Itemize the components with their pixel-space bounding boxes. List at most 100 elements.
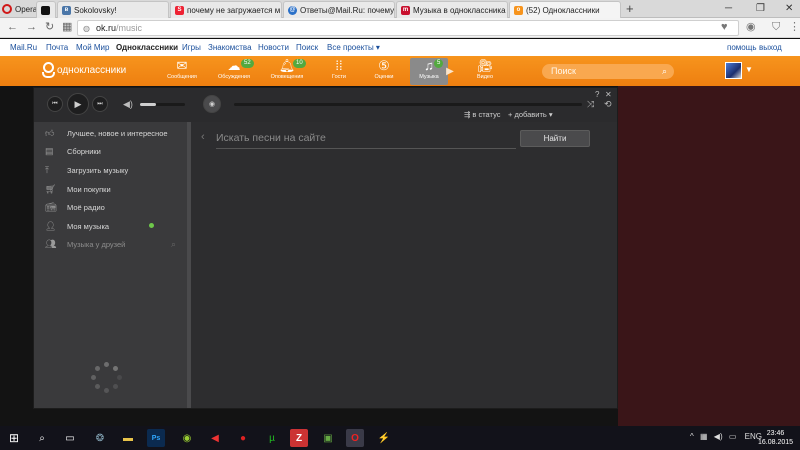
collections-icon: ▤ (45, 145, 54, 156)
z-app-icon[interactable]: Z (290, 429, 308, 447)
chevron-down-icon[interactable]: ▼ (745, 65, 753, 74)
to-status-link[interactable]: ⇶ в статус (464, 110, 501, 119)
magnifier-icon[interactable]: ⌕ (662, 64, 667, 79)
red-app-icon[interactable]: ◀ (206, 429, 224, 447)
sidebar-item-label: Лучшее, новое и интересное (67, 128, 168, 138)
search-link[interactable]: Поиск (296, 43, 318, 52)
shuffle-icon[interactable]: ⤨ (587, 99, 594, 109)
find-button[interactable]: Найти (520, 130, 590, 147)
network-icon[interactable]: ▦ (700, 432, 708, 441)
sidebar-item-purchases[interactable]: 🛒︎ Мои покупки (34, 180, 187, 198)
volume-tray-icon[interactable]: ◀) (714, 432, 723, 441)
close-icon[interactable]: ✕ (605, 90, 612, 100)
add-dropdown[interactable]: + добавить ▾ (508, 110, 553, 119)
ok-logo[interactable]: одноклассники (42, 62, 126, 78)
music-player: ⏮ ▶ ⏭ ◀) ◉ ⤨ ⟲ ? ✕ ⇶ в статус + добавить… (33, 87, 618, 409)
tab-ok-active[interactable]: о (52) Одноклассники (509, 1, 621, 18)
search-icon[interactable]: ⌕ (33, 429, 51, 447)
tab-music-mailru[interactable]: m Музыка в одноклассника (396, 1, 508, 18)
radio-icon: 📻︎ (45, 201, 57, 212)
photoshop-icon[interactable]: Ps (147, 429, 165, 447)
tab-pinned[interactable] (36, 1, 56, 18)
windows-start-icon[interactable]: ⊞ (5, 429, 23, 447)
forward-arrow-icon[interactable]: → (26, 21, 37, 34)
ok-header: одноклассники ✉ Сообщения ☁ Обсуждения 5… (0, 56, 800, 86)
sidebar-item-label: Моё радио (67, 202, 105, 212)
previous-track-button[interactable]: ⏮ (47, 96, 63, 112)
torrent-icon[interactable]: µ (263, 429, 281, 447)
game-app-icon[interactable]: ◉ (178, 429, 196, 447)
url-path: /music (116, 23, 143, 33)
avatar[interactable] (725, 62, 742, 79)
repeat-icon[interactable]: ⟲ (604, 99, 612, 109)
heart-icon[interactable]: ♥ (721, 21, 728, 34)
folder-icon[interactable]: ▬ (119, 429, 137, 447)
ok-icon: о (514, 5, 523, 15)
nav-notifications[interactable]: 🔔︎ Оповещения 10 (262, 58, 312, 85)
tab-answers[interactable]: @ Ответы@Mail.Ru: почему (283, 1, 395, 18)
maximize-button[interactable]: ❐ (756, 2, 765, 15)
sidebar-item-best[interactable]: 👍︎ Лучшее, новое и интересное (34, 124, 187, 142)
odnoklassniki-link[interactable]: Одноклассники (116, 43, 178, 52)
shield-icon[interactable]: ⛉ (772, 21, 780, 34)
record-app-icon[interactable]: ● (234, 429, 252, 447)
volume-slider[interactable] (140, 103, 185, 106)
next-track-button[interactable]: ⏭ (92, 96, 108, 112)
add-user-icon: 👤︎ (45, 220, 57, 231)
nav-label: Видео (476, 74, 494, 80)
help-icon[interactable]: ? (595, 90, 599, 100)
opera-menu-button[interactable]: Opera (2, 1, 37, 17)
news-link[interactable]: Новости (258, 43, 289, 52)
my-world-link[interactable]: Мой Мир (76, 43, 109, 52)
network-app-icon[interactable]: ❂ (91, 429, 109, 447)
logout-link[interactable]: выход (759, 43, 782, 52)
tab-search[interactable]: S почему не загружается м (170, 1, 282, 18)
nav-video[interactable]: 🎥︎ Видео (460, 58, 510, 85)
opera-logo-icon (2, 4, 12, 14)
dating-link[interactable]: Знакомства (208, 43, 252, 52)
ratings-icon: ⑤ (378, 58, 390, 73)
reload-icon[interactable]: ↻ (45, 21, 54, 34)
nav-ratings[interactable]: ⑤ Оценки (359, 58, 409, 85)
games-link[interactable]: Игры (182, 43, 201, 52)
close-window-button[interactable]: ✕ (785, 2, 793, 15)
tab-vk[interactable]: в Sokolovsky! (57, 1, 169, 18)
battery-icon[interactable]: ▭ (729, 432, 737, 441)
clock[interactable]: 23:46 16.08.2015 (758, 429, 793, 447)
sidebar-item-friends-music[interactable]: 👥︎ Музыка у друзей ⌕ (34, 235, 187, 253)
mailru-link[interactable]: Mail.Ru (10, 43, 37, 52)
song-search-input[interactable]: Искать песни на сайте (216, 129, 516, 149)
play-button[interactable]: ▶ (67, 93, 89, 115)
back-arrow-icon[interactable]: ← (7, 21, 18, 34)
sidebar-item-label: Музыка у друзей (67, 239, 126, 249)
nav-discussions[interactable]: ☁ Обсуждения 52 (209, 58, 259, 85)
progress-bar[interactable] (234, 103, 582, 106)
ok-search-input[interactable]: Поиск ⌕ (542, 64, 674, 79)
search-icon[interactable]: ⌕ (171, 239, 176, 250)
minecraft-icon[interactable]: ▣ (319, 429, 337, 447)
winamp-icon[interactable]: ⚡ (375, 429, 393, 447)
mail-link[interactable]: Почта (46, 43, 68, 52)
opera-taskbar-icon[interactable]: O (346, 429, 364, 447)
minimize-button[interactable]: ─ (725, 2, 732, 15)
chevron-up-icon[interactable]: ^ (690, 432, 694, 441)
menu-icon[interactable]: ⋮ (789, 21, 800, 34)
sidebar-item-collections[interactable]: ▤ Сборники (34, 142, 187, 160)
mailru-toolbar: Mail.Ru Почта Мой Мир Одноклассники Игры… (0, 39, 800, 56)
task-view-icon[interactable]: ▭ (61, 429, 79, 447)
help-link[interactable]: помощь (727, 43, 756, 52)
volume-icon[interactable]: ◀) (123, 99, 133, 109)
nav-guests[interactable]: ⁞⁞ Гости (314, 58, 364, 85)
url-field[interactable]: ◍ ok.ru /music (77, 20, 739, 36)
player-controls: ⏮ ▶ ⏭ ◀) ◉ ⤨ ⟲ ? ✕ ⇶ в статус + добавить… (34, 88, 617, 122)
new-tab-button[interactable]: + (626, 1, 634, 16)
all-projects-link[interactable]: Все проекты ▾ (327, 43, 380, 52)
sidebar-item-my-music[interactable]: 👤︎ Моя музыка (34, 217, 187, 235)
nav-messages[interactable]: ✉ Сообщения (157, 58, 207, 85)
chevron-left-icon[interactable]: ‹ (201, 131, 205, 143)
sidebar-item-upload[interactable]: ⤒ Загрузить музыку (34, 161, 187, 179)
sidebar-item-radio[interactable]: 📻︎ Моё радио (34, 198, 187, 216)
camera-snapshot-icon[interactable]: ◉ (746, 21, 756, 34)
nav-label: Обсуждения (218, 74, 250, 80)
speed-dial-grid-icon[interactable]: ▦ (62, 21, 72, 34)
